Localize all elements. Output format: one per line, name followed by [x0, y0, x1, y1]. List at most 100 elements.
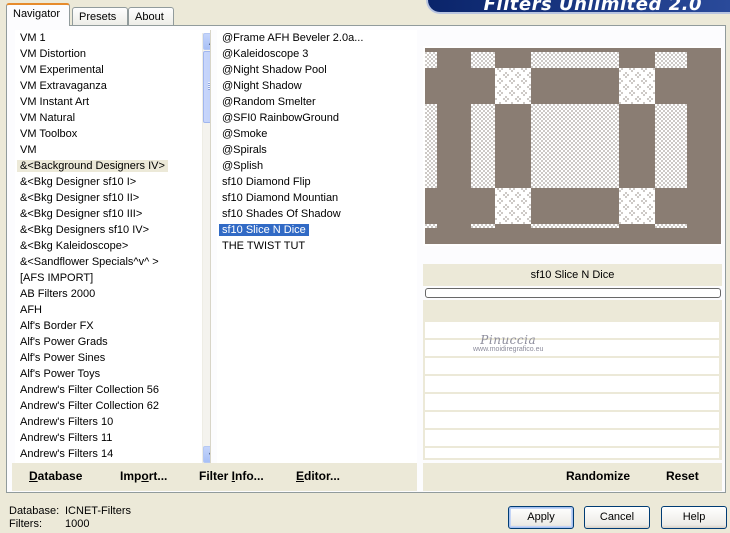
filter-item-label: @Night Shadow: [222, 80, 302, 92]
category-item[interactable]: Alf's Power Grads: [15, 334, 210, 350]
filters-count: 1000: [65, 518, 90, 530]
filter-item[interactable]: @SFI0 RainbowGround: [217, 110, 417, 126]
parameter-row: [425, 322, 719, 338]
editor-button[interactable]: Editor...: [296, 469, 340, 483]
filter-item-label: @Random Smelter: [222, 96, 316, 108]
filter-item[interactable]: sf10 Diamond Mountian: [217, 190, 417, 206]
category-item[interactable]: [AFS IMPORT]: [15, 270, 210, 286]
filter-item-label: @Kaleidoscope 3: [222, 48, 309, 60]
category-item[interactable]: VM Extravaganza: [15, 78, 210, 94]
category-item[interactable]: VM Natural: [15, 110, 210, 126]
category-item[interactable]: VM Distortion: [15, 46, 210, 62]
tab-presets[interactable]: Presets: [72, 7, 128, 26]
filter-item[interactable]: @Random Smelter: [217, 94, 417, 110]
filter-item[interactable]: @Spirals: [217, 142, 417, 158]
category-item-label: VM 1: [20, 32, 46, 44]
category-item[interactable]: &<Bkg Designer sf10 I>: [15, 174, 210, 190]
tab-navigator[interactable]: Navigator: [6, 3, 70, 26]
category-item-label: AFH: [20, 304, 42, 316]
cancel-button[interactable]: Cancel: [584, 506, 650, 529]
chevron-down-icon: ▼: [207, 450, 210, 460]
category-item[interactable]: VM Experimental: [15, 62, 210, 78]
category-item[interactable]: &<Bkg Kaleidoscope>: [15, 238, 210, 254]
filter-item-label: @SFI0 RainbowGround: [222, 112, 339, 124]
category-item[interactable]: Andrew's Filters 10: [15, 414, 210, 430]
parameter-row: [425, 358, 719, 374]
preview-image: [425, 48, 721, 244]
category-item-label: AB Filters 2000: [20, 288, 96, 300]
chevron-up-icon: ▲: [207, 37, 210, 47]
category-item-label: VM: [20, 144, 37, 156]
category-item[interactable]: &<Bkg Designer sf10 III>: [15, 206, 210, 222]
category-item[interactable]: VM: [15, 142, 210, 158]
category-item-label: &<Sandflower Specials^v^ >: [20, 256, 159, 268]
category-item[interactable]: VM 1: [15, 30, 210, 46]
category-item[interactable]: Alf's Border FX: [15, 318, 210, 334]
category-item[interactable]: Andrew's Filters 11: [15, 430, 210, 446]
category-item-label: &<Bkg Designer sf10 III>: [20, 208, 143, 220]
scroll-down-button[interactable]: ▼: [203, 446, 210, 463]
filter-item[interactable]: @Splish: [217, 158, 417, 174]
category-item-label: &<Bkg Designers sf10 IV>: [20, 224, 150, 236]
help-button[interactable]: Help: [661, 506, 727, 529]
filter-item[interactable]: @Night Shadow Pool: [217, 62, 417, 78]
preview-area: [423, 46, 722, 246]
parameter-row: [425, 394, 719, 410]
category-item[interactable]: Alf's Power Toys: [15, 366, 210, 382]
category-list[interactable]: VM 1 VM Distortion VM Experimental VM Extra…: [15, 30, 211, 463]
category-item[interactable]: &<Sandflower Specials^v^ >: [15, 254, 210, 270]
category-item-label: Alf's Power Toys: [20, 368, 101, 380]
category-scrollbar[interactable]: ▲ ▼: [202, 33, 210, 463]
category-item[interactable]: Alf's Power Sines: [15, 350, 210, 366]
preview-band: [425, 188, 721, 224]
filter-info-button[interactable]: Filter Info...: [199, 469, 264, 483]
category-item-label: VM Instant Art: [20, 96, 90, 108]
watermark-url: www.moidiregrafico.eu: [473, 346, 544, 353]
reset-button[interactable]: Reset: [666, 469, 699, 483]
category-item[interactable]: AFH: [15, 302, 210, 318]
filter-item-label: @Smoke: [222, 128, 268, 140]
filter-item[interactable]: @Frame AFH Beveler 2.0a...: [217, 30, 417, 46]
category-item[interactable]: AB Filters 2000: [15, 286, 210, 302]
filter-item[interactable]: @Smoke: [217, 126, 417, 142]
randomize-button[interactable]: Randomize: [566, 469, 630, 483]
category-item[interactable]: &<Background Designers IV>: [15, 158, 210, 174]
filter-item[interactable]: sf10 Diamond Flip: [217, 174, 417, 190]
apply-button[interactable]: Apply: [508, 506, 574, 529]
import-button[interactable]: Import...: [120, 469, 167, 483]
preview-band: [425, 228, 721, 244]
database-button[interactable]: Database: [29, 469, 82, 483]
filter-item-label: sf10 Shades Of Shadow: [222, 208, 341, 220]
category-item-label: VM Experimental: [20, 64, 104, 76]
filter-item[interactable]: sf10 Shades Of Shadow: [217, 206, 417, 222]
category-item[interactable]: Andrew's Filter Collection 62: [15, 398, 210, 414]
filter-item-label: @Spirals: [222, 144, 267, 156]
category-item[interactable]: VM Instant Art: [15, 94, 210, 110]
preview-tile: [619, 68, 655, 104]
filter-item[interactable]: THE TWIST TUT: [217, 238, 417, 254]
scroll-up-button[interactable]: ▲: [203, 33, 210, 50]
parameter-row: [425, 340, 719, 356]
filter-item[interactable]: sf10 Slice N Dice: [217, 222, 417, 238]
filter-list[interactable]: @Frame AFH Beveler 2.0a... @Kaleidoscope …: [217, 30, 417, 463]
tab-about[interactable]: About: [128, 7, 174, 26]
category-item-label: Andrew's Filters 14: [20, 448, 114, 460]
category-item[interactable]: VM Toolbox: [15, 126, 210, 142]
preview-tile: [495, 68, 531, 104]
category-item-label: Andrew's Filters 11: [20, 432, 113, 444]
filter-item-label: @Night Shadow Pool: [222, 64, 327, 76]
category-item[interactable]: &<Bkg Designer sf10 II>: [15, 190, 210, 206]
filter-item[interactable]: @Night Shadow: [217, 78, 417, 94]
category-item[interactable]: Andrew's Filters 14: [15, 446, 210, 462]
navigator-panel: VM 1 VM Distortion VM Experimental VM Extra…: [6, 25, 726, 493]
database-value: ICNET-Filters: [65, 505, 131, 517]
category-item[interactable]: &<Bkg Designers sf10 IV>: [15, 222, 210, 238]
filter-item[interactable]: @Kaleidoscope 3: [217, 46, 417, 62]
category-item[interactable]: Andrew's Filter Collection 56: [15, 382, 210, 398]
category-item-label: Alf's Border FX: [20, 320, 94, 332]
scroll-thumb[interactable]: [203, 51, 210, 123]
category-item-label: &<Bkg Designer sf10 I>: [20, 176, 137, 188]
category-item-label: VM Extravaganza: [20, 80, 107, 92]
preview-tile: [619, 188, 655, 224]
filter-item-label: sf10 Diamond Mountian: [222, 192, 339, 204]
